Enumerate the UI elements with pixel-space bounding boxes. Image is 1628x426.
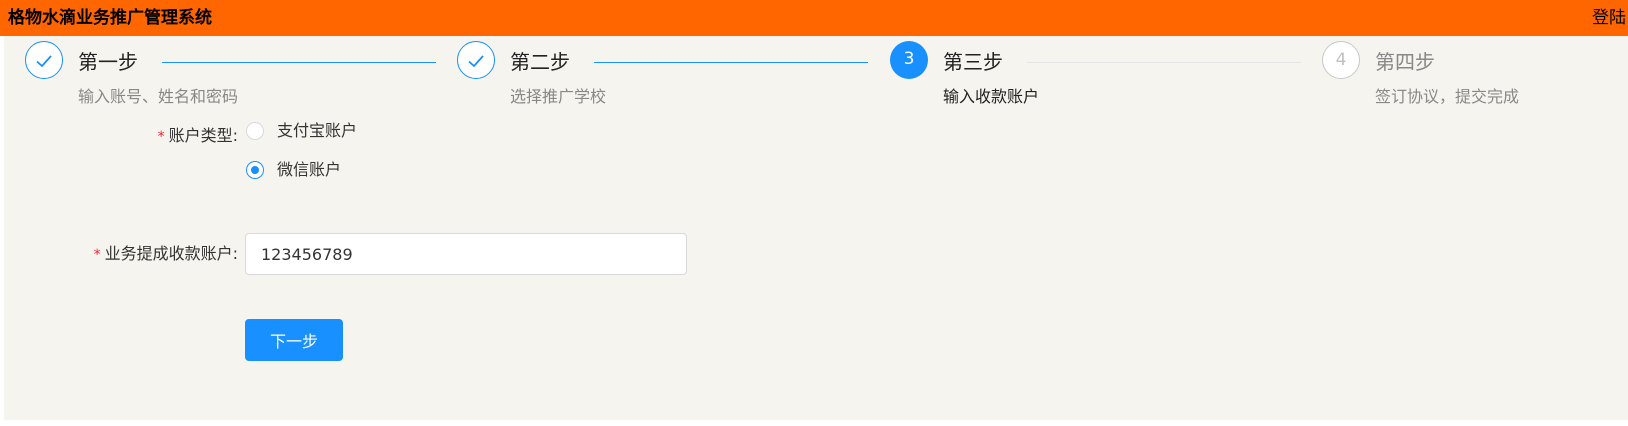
step-1-description: 输入账号、姓名和密码 [78,87,239,106]
wechat-radio[interactable] [246,161,264,179]
step-2-title: 第二步 [510,50,570,74]
step-3-number: 3 [890,41,928,79]
step-4-number: 4 [1322,41,1360,79]
main-content: 第一步 输入账号、姓名和密码 第二步 选择推广学校 3 第三步 输入收款账户 4… [4,36,1628,420]
step-2-description: 选择推广学校 [510,87,607,106]
step-2-icon [457,41,495,79]
step-1-connector [162,62,436,63]
required-mark: * [157,129,165,145]
collection-account-input[interactable] [245,233,687,275]
step-2-connector [594,62,868,63]
step-3-title: 第三步 [943,50,1003,74]
top-header-bar: 格物水滴业务推广管理系统 登陆 [0,0,1628,36]
account-type-label-text: 账户类型: [168,126,238,145]
step-4-description: 签订协议，提交完成 [1375,87,1520,106]
account-type-label: * 账户类型: [104,125,238,148]
app-title: 格物水滴业务推广管理系统 [8,8,212,28]
step-4-title: 第四步 [1375,50,1435,74]
check-icon [36,55,52,68]
wechat-radio-label[interactable]: 微信账户 [277,159,341,181]
alipay-radio[interactable] [246,122,264,140]
check-icon [468,55,484,68]
step-3-connector [1027,62,1301,63]
alipay-radio-label[interactable]: 支付宝账户 [277,120,357,142]
step-1-title: 第一步 [78,50,138,74]
next-step-button[interactable]: 下一步 [245,319,343,361]
required-mark: * [93,247,101,263]
step-1-icon [25,41,63,79]
collection-account-label-text: 业务提成收款账户: [104,244,238,263]
step-3-description: 输入收款账户 [943,87,1040,106]
collection-account-label: * 业务提成收款账户: [44,243,238,266]
login-link[interactable]: 登陆 [1592,7,1626,29]
